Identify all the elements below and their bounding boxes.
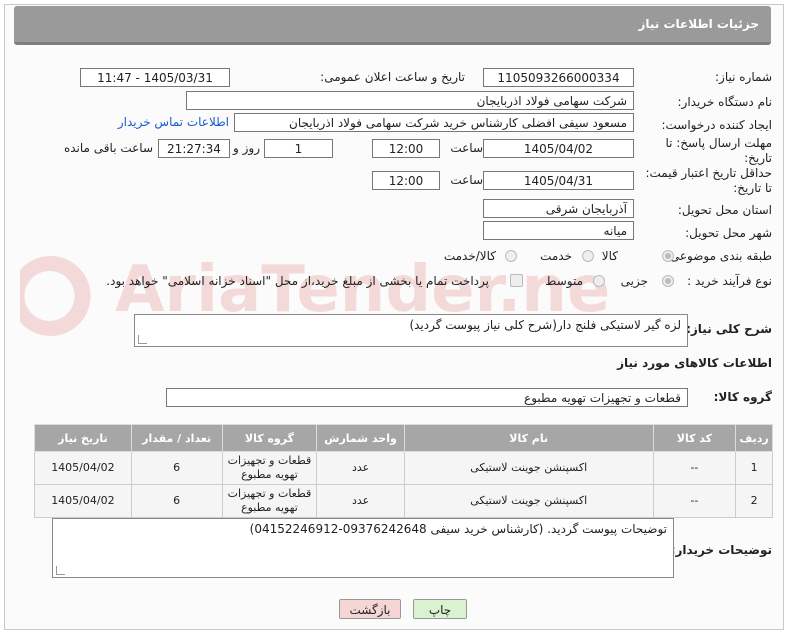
need-number-field[interactable]: 1105093266000334 [483, 68, 634, 87]
cell-name: اکسپنشن جوینت لاستیکی [403, 451, 654, 485]
price-valid-time-label: ساعت [450, 173, 483, 187]
cell-qty: 6 [130, 451, 223, 485]
creator-field[interactable]: مسعود سیفی افضلی کارشناس خرید شرکت سهامی… [234, 113, 634, 132]
description-text: لزه گیر لاستیکی فلنج دار(شرح کلی نیاز پی… [409, 318, 681, 332]
col-unit: واحد شمارش [316, 424, 405, 452]
province-label: استان محل تحویل: [677, 203, 772, 217]
cell-unit: عدد [316, 451, 405, 485]
days-label: روز و [233, 141, 260, 155]
col-date: تاریخ نیاز [34, 424, 132, 452]
print-button[interactable]: چاپ [413, 599, 467, 619]
deadline-date-field[interactable]: 1405/04/02 [483, 139, 634, 158]
resize-grip-icon[interactable] [138, 335, 147, 344]
page-title: جزئیات اطلاعات نیاز [638, 17, 759, 31]
price-valid-time-field[interactable]: 12:00 [372, 171, 440, 190]
category-radio-goods[interactable] [662, 250, 674, 262]
goods-group-field[interactable]: قطعات و تجهیزات تهویه مطبوع [166, 388, 688, 407]
city-field[interactable]: میانه [483, 221, 634, 240]
col-code: کد کالا [652, 424, 737, 452]
goods-table: ردیف کد کالا نام کالا واحد شمارش گروه کا… [34, 424, 773, 518]
treasury-payment-note: پرداخت تمام یا بخشی از مبلغ خرید،از محل … [106, 274, 489, 288]
cell-row: 1 [735, 451, 773, 485]
goods-group-label: گروه کالا: [713, 390, 772, 404]
purchase-radio-medium[interactable] [593, 275, 605, 287]
category-goods-label: کالا [601, 249, 618, 263]
city-label: شهر محل تحویل: [685, 226, 772, 240]
announce-label: تاریخ و ساعت اعلان عمومی: [320, 70, 465, 84]
category-service-label: خدمت [540, 249, 572, 263]
treasury-payment-checkbox[interactable] [510, 274, 523, 287]
buyer-notes-text: توضیحات پیوست گردید. (کارشناس خرید سیفی … [249, 522, 667, 536]
buyer-org-field[interactable]: شرکت سهامی فولاد اذربایجان [186, 91, 634, 110]
buyer-notes-textarea[interactable]: توضیحات پیوست گردید. (کارشناس خرید سیفی … [52, 518, 674, 578]
col-name: نام کالا [403, 424, 654, 452]
buyer-notes-label: توضیحات خریدار: [670, 543, 772, 557]
price-valid-label: حداقل تاریخ اعتبار قیمت: تا تاریخ: [645, 166, 772, 195]
description-label: شرح کلی نیاز: [686, 322, 772, 336]
resize-grip-icon[interactable] [56, 566, 65, 575]
deadline-label: مهلت ارسال پاسخ: تا تاریخ: [665, 136, 772, 165]
purchase-medium-label: متوسط [545, 274, 583, 288]
table-row[interactable]: 1 -- اکسپنشن جوینت لاستیکی عدد قطعات و ت… [34, 451, 773, 485]
buyer-contact-link[interactable]: اطلاعات تماس خریدار [118, 115, 229, 129]
col-row: ردیف [735, 424, 773, 452]
description-textarea[interactable]: لزه گیر لاستیکی فلنج دار(شرح کلی نیاز پی… [134, 314, 688, 347]
col-group: گروه کالا [221, 424, 318, 452]
cell-code: -- [652, 451, 737, 485]
title-bar: جزئیات اطلاعات نیاز [14, 6, 771, 45]
purchase-radio-minor[interactable] [662, 275, 674, 287]
category-radio-both[interactable] [505, 250, 517, 262]
remaining-time-label: ساعت باقی مانده [63, 141, 153, 155]
goods-info-header: اطلاعات کالاهای مورد نیاز [617, 356, 772, 370]
col-qty: تعداد / مقدار [130, 424, 223, 452]
announce-field[interactable]: 1405/03/31 - 11:47 [80, 68, 230, 87]
category-both-label: کالا/خدمت [443, 249, 496, 263]
table-header-row: ردیف کد کالا نام کالا واحد شمارش گروه کا… [34, 424, 773, 452]
cell-date: 1405/04/02 [34, 451, 132, 485]
category-label: طبقه بندی موضوعی: [665, 249, 772, 263]
cell-qty: 6 [130, 484, 223, 518]
need-number-label: شماره نیاز: [715, 70, 772, 84]
deadline-time-label: ساعت [450, 141, 483, 155]
deadline-time-field[interactable]: 12:00 [372, 139, 440, 158]
purchase-minor-label: جزیی [620, 274, 648, 288]
purchase-type-label: نوع فرآیند خرید : [687, 274, 772, 288]
cell-row: 2 [735, 484, 773, 518]
back-button[interactable]: بازگشت [339, 599, 401, 619]
price-valid-date-field[interactable]: 1405/04/31 [483, 171, 634, 190]
creator-label: ایجاد کننده درخواست: [661, 118, 772, 132]
buyer-org-label: نام دستگاه خریدار: [677, 95, 773, 109]
cell-group: قطعات و تجهیزات تهویه مطبوع [221, 484, 318, 518]
days-field[interactable]: 1 [264, 139, 333, 158]
cell-date: 1405/04/02 [34, 484, 132, 518]
table-row[interactable]: 2 -- اکسپنشن جوینت لاستیکی عدد قطعات و ت… [34, 484, 773, 518]
category-radio-service[interactable] [582, 250, 594, 262]
remaining-time-field[interactable]: 21:27:34 [158, 139, 230, 158]
cell-name: اکسپنشن جوینت لاستیکی [403, 484, 654, 518]
cell-group: قطعات و تجهیزات تهویه مطبوع [221, 451, 318, 485]
cell-code: -- [652, 484, 737, 518]
province-field[interactable]: آذربایجان شرقی [483, 199, 634, 218]
cell-unit: عدد [316, 484, 405, 518]
